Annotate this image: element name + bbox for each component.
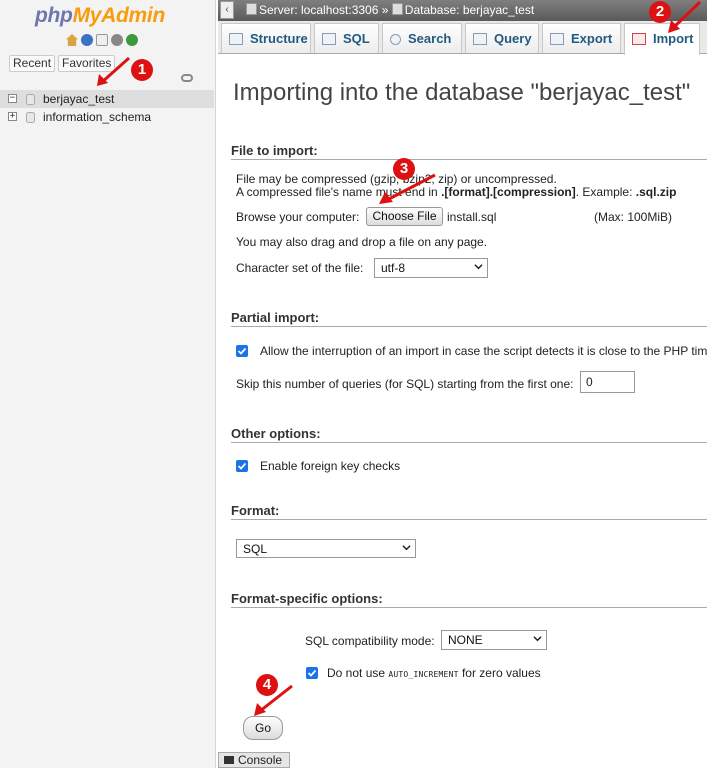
checkmark-icon xyxy=(237,347,247,355)
help-icon[interactable] xyxy=(81,34,93,46)
reload-icon[interactable] xyxy=(126,34,138,46)
annotation-arrow-2 xyxy=(668,0,702,33)
tab-search[interactable]: Search xyxy=(382,23,462,53)
link-icon[interactable] xyxy=(181,74,193,82)
database-icon xyxy=(26,94,35,105)
tab-sql[interactable]: SQL xyxy=(314,23,379,53)
allow-interrupt-checkbox[interactable] xyxy=(236,345,248,357)
section-heading-format-specific: Format-specific options: xyxy=(231,591,707,608)
skip-queries-input[interactable]: 0 xyxy=(580,371,635,393)
breadcrumb-bar: ‹ Server: localhost:3306 » Database: ber… xyxy=(218,0,707,21)
chosen-file-name: install.sql xyxy=(447,210,497,224)
tab-export[interactable]: Export xyxy=(542,23,621,53)
collapse-nav-button[interactable]: ‹ xyxy=(220,1,234,19)
settings-icon[interactable] xyxy=(111,34,123,46)
console-toggle[interactable]: Console xyxy=(218,752,290,768)
nav-icon-bar xyxy=(66,34,138,46)
browse-label: Browse your computer: xyxy=(236,210,360,224)
page-title: Importing into the database "berjayac_te… xyxy=(233,79,691,106)
breadcrumb-server[interactable]: Server: localhost:3306 xyxy=(259,3,378,17)
charset-select[interactable]: utf-8 xyxy=(374,258,488,278)
charset-label: Character set of the file: xyxy=(236,261,364,275)
query-icon xyxy=(473,33,487,45)
go-button[interactable]: Go xyxy=(243,716,283,740)
console-icon xyxy=(224,756,234,764)
database-icon xyxy=(26,112,35,123)
compression-example: A compressed file's name must end in .[f… xyxy=(236,185,677,199)
choose-file-button[interactable]: Choose File xyxy=(366,207,443,226)
no-auto-increment-checkbox[interactable] xyxy=(306,667,318,679)
breadcrumb-separator: » xyxy=(381,3,389,17)
checkmark-icon xyxy=(237,462,247,470)
max-upload-size: (Max: 100MiB) xyxy=(594,210,673,224)
format-select[interactable]: SQL xyxy=(236,539,416,558)
tab-structure[interactable]: Structure xyxy=(221,23,311,53)
sql-compat-select[interactable]: NONE xyxy=(441,630,547,650)
collapse-icon[interactable]: − xyxy=(8,94,17,103)
chevron-down-icon xyxy=(474,264,483,270)
expand-icon[interactable]: + xyxy=(8,112,17,121)
db-tree-item-berjayac-test[interactable]: − berjayac_test xyxy=(0,90,214,108)
section-heading-other: Other options: xyxy=(231,426,707,443)
sql-icon xyxy=(322,33,336,45)
skip-queries-label: Skip this number of queries (for SQL) st… xyxy=(236,377,574,391)
foreign-key-checks-checkbox[interactable] xyxy=(236,460,248,472)
import-icon xyxy=(632,33,646,45)
export-icon xyxy=(550,33,564,45)
allow-interrupt-label: Allow the interruption of an import in c… xyxy=(260,344,707,358)
chevron-down-icon xyxy=(533,636,542,642)
no-auto-increment-label: Do not use AUTO_INCREMENT for zero value… xyxy=(327,666,541,680)
tab-recent[interactable]: Recent xyxy=(9,55,56,72)
structure-icon xyxy=(229,33,243,45)
home-icon[interactable] xyxy=(66,34,78,46)
foreign-key-checks-label: Enable foreign key checks xyxy=(260,459,401,473)
phpmyadmin-logo[interactable]: phpMyAdmin xyxy=(35,4,165,28)
database-icon xyxy=(391,3,403,15)
db-tree-item-information-schema[interactable]: + information_schema xyxy=(0,108,214,126)
docs-icon[interactable] xyxy=(96,34,108,46)
search-icon xyxy=(390,34,401,45)
annotation-arrow-1 xyxy=(97,56,130,86)
chevron-down-icon xyxy=(402,545,411,551)
section-heading-partial: Partial import: xyxy=(231,310,707,327)
tab-bar: Structure SQL Search Query Export Import xyxy=(218,21,707,55)
sql-compat-label: SQL compatibility mode: xyxy=(305,634,435,648)
navigation-panel: phpMyAdmin Recent Favorites − berjayac_t… xyxy=(0,0,216,768)
breadcrumb: Server: localhost:3306 » Database: berja… xyxy=(246,3,534,17)
db-tree-label[interactable]: berjayac_test xyxy=(43,90,114,108)
section-heading-file: File to import: xyxy=(231,143,707,160)
checkmark-icon xyxy=(307,669,317,677)
section-heading-format: Format: xyxy=(231,503,707,520)
db-tree-label[interactable]: information_schema xyxy=(43,108,151,126)
annotation-arrow-3 xyxy=(379,173,436,204)
server-icon xyxy=(246,3,257,15)
breadcrumb-database[interactable]: Database: berjayac_test xyxy=(405,3,534,17)
tab-query[interactable]: Query xyxy=(465,23,539,53)
annotation-arrow-4 xyxy=(254,684,293,716)
drag-drop-hint: You may also drag and drop a file on any… xyxy=(236,235,488,249)
